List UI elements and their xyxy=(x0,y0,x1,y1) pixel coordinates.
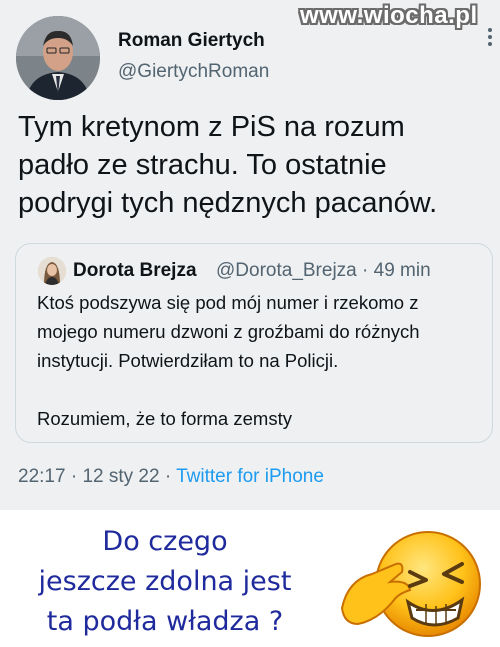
quoted-text-line: Rozumiem, że to forma zemsty xyxy=(37,408,292,429)
caption-line: Do czego xyxy=(102,526,228,557)
meta-separator: · xyxy=(362,260,369,281)
author-name[interactable]: Roman Giertych xyxy=(118,30,265,52)
tweet-text-line: padło ze strachu. To ostatnie xyxy=(18,149,387,181)
author-avatar[interactable] xyxy=(16,16,100,100)
footer-separator: · xyxy=(164,466,172,487)
tweet-source-link[interactable]: Twitter for iPhone xyxy=(176,466,324,487)
caption-line: jeszcze zdolna jest xyxy=(38,566,292,597)
quoted-age: 49 min xyxy=(373,260,431,281)
quoted-text-line: instytucji. Potwierdziłam to na Policji. xyxy=(37,350,339,371)
more-options-icon[interactable] xyxy=(483,28,497,50)
tweet-card: Roman Giertych @GiertychRoman www.wiocha… xyxy=(0,0,500,510)
quoted-author-avatar xyxy=(38,257,66,285)
author-avatar-image xyxy=(16,16,100,100)
quoted-meta: @Dorota_Brejza · 49 min xyxy=(216,260,431,282)
tweet-text: Tym kretynom z PiS na rozum padło ze str… xyxy=(18,108,488,222)
tweet-text-line: podrygi tych nędznych pacanów. xyxy=(18,187,438,219)
quoted-avatar-image xyxy=(38,257,66,285)
quoted-text: Ktoś podszywa się pod mój numer i rzekom… xyxy=(37,288,487,433)
quoted-tweet[interactable]: Dorota Brejza @Dorota_Brejza · 49 min Kt… xyxy=(15,243,493,443)
caption-line: ta podła władza ? xyxy=(46,606,284,637)
tweet-time[interactable]: 22:17 xyxy=(18,466,66,487)
tweet-text-line: Tym kretynom z PiS na rozum xyxy=(18,111,405,143)
site-watermark: www.wiocha.pl xyxy=(300,2,478,29)
author-handle[interactable]: @GiertychRoman xyxy=(118,61,269,83)
meme-caption: Do czego jeszcze zdolna jest ta podła wł… xyxy=(0,522,330,642)
quoted-author-name[interactable]: Dorota Brejza xyxy=(73,260,197,282)
headache-emoji-icon xyxy=(338,520,496,640)
quoted-text-line: mojego numeru dzwoni z groźbami do różny… xyxy=(37,321,420,342)
footer-separator: · xyxy=(70,466,78,487)
tweet-date[interactable]: 12 sty 22 xyxy=(82,466,159,487)
quoted-text-line: Ktoś podszywa się pod mój numer i rzekom… xyxy=(37,292,419,313)
quoted-author-handle: @Dorota_Brejza xyxy=(216,260,357,281)
tweet-footer: 22:17 · 12 sty 22 · Twitter for iPhone xyxy=(18,466,324,488)
